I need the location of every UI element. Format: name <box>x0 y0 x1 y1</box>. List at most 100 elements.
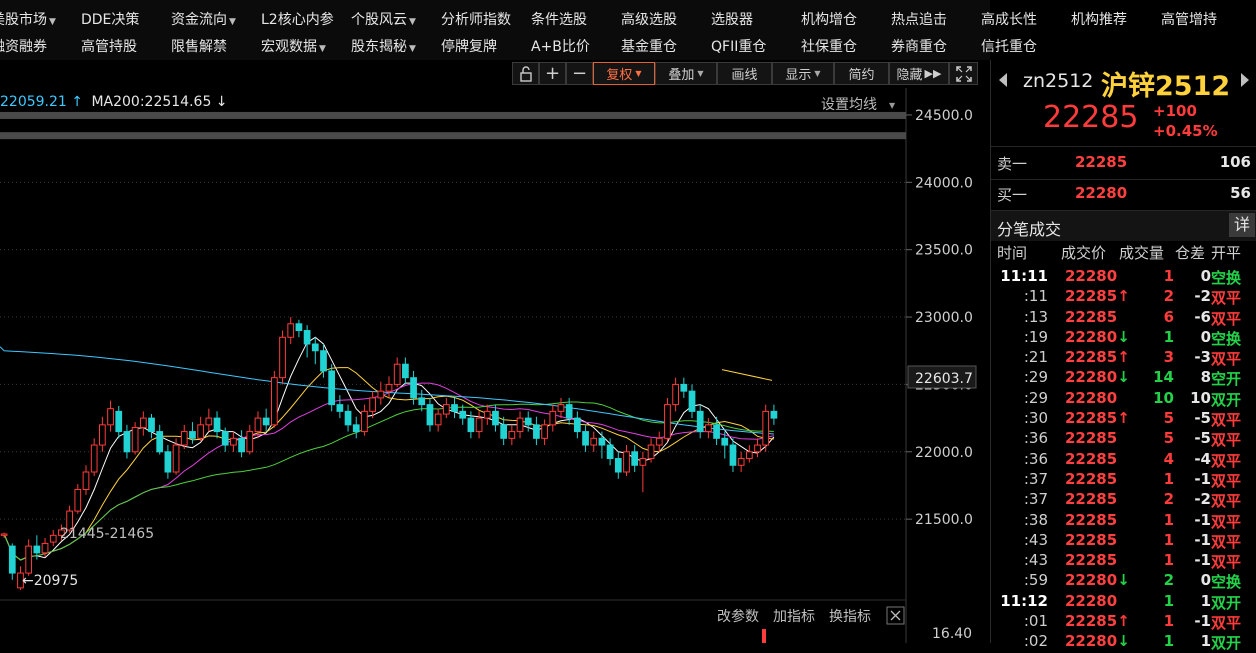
tick-row: :01 22285↑ 1 -1 双平 <box>991 611 1256 632</box>
row1-item-12[interactable]: 机构推荐 <box>1071 9 1127 29</box>
candle <box>352 416 360 439</box>
row2-item-11[interactable]: 信托重仓 <box>981 36 1037 56</box>
candle-body <box>246 431 254 453</box>
candle <box>647 438 655 463</box>
row2-item-8[interactable]: QFII重仓 <box>711 36 766 56</box>
row2-item-1[interactable]: 高管持股 <box>81 36 137 56</box>
expand-button[interactable] <box>949 62 978 85</box>
tick-volume: 1 <box>1163 551 1174 570</box>
tick-price: 22280↓ <box>1065 571 1130 590</box>
row2-item-6[interactable]: A+B比价 <box>531 36 590 56</box>
change-indicator-button[interactable]: 换指标 <box>829 608 871 625</box>
chart-annotations <box>721 369 773 381</box>
row1-item-7[interactable]: 高级选股 <box>621 9 677 29</box>
overlay-label: 叠加 <box>668 68 695 83</box>
candle <box>541 419 548 446</box>
candle-body <box>139 417 147 429</box>
add-indicator-button[interactable]: 加指标 <box>773 609 815 625</box>
candle <box>238 430 245 458</box>
axis-label: 24000.0 <box>915 175 973 191</box>
axis-label: 24500.0 <box>915 108 973 124</box>
candle-body <box>172 444 180 473</box>
row1-item-11[interactable]: 高成长性 <box>981 9 1037 29</box>
row2-item-4[interactable]: 股东揭秘 ▼ <box>351 36 416 56</box>
edit-params-button[interactable]: 改参数 <box>717 608 759 625</box>
menu-item-label: 个股风云 <box>351 11 407 28</box>
menu-item-label: 机构增仓 <box>801 11 857 28</box>
row1-item-8[interactable]: 选股器 <box>711 9 753 29</box>
row2-item-7[interactable]: 基金重仓 <box>621 36 677 56</box>
tick-type: 空换 <box>1211 573 1242 592</box>
tick-oi-change: 0 <box>1200 571 1211 590</box>
arrow-down-icon: ↓ <box>1117 327 1130 346</box>
candle-body <box>614 458 622 473</box>
menu-item-label: 高级选股 <box>621 11 677 28</box>
tick-list[interactable]: 11:11 22280 1 0 空换:11 22285↑ 2 -2 双平:13 22285 6 -6 双… <box>991 266 1256 652</box>
row1-item-9[interactable]: 机构增仓 <box>801 9 857 29</box>
row1-item-6[interactable]: 条件选股 <box>531 9 587 29</box>
lock-button[interactable] <box>512 62 539 85</box>
candle-body <box>393 363 401 385</box>
row1-item-5[interactable]: 分析师指数 <box>441 9 511 29</box>
chevron-left-icon[interactable] <box>997 72 1009 88</box>
row2-item-2[interactable]: 限售解禁 <box>171 36 227 56</box>
close-indicator-button[interactable] <box>886 606 905 625</box>
candle <box>123 424 131 459</box>
kline-chart[interactable]: 设置均线 ▼ 24500.024000.023500.023000.022500… <box>0 88 978 643</box>
row2-item-3[interactable]: 宏观数据 ▼ <box>261 36 326 56</box>
arrow-down-icon: ↓ <box>1117 632 1130 651</box>
row2-item-5[interactable]: 停牌复牌 <box>441 36 497 56</box>
tick-price: 22285 <box>1065 510 1118 529</box>
lock-icon <box>519 65 532 82</box>
fuquan-button[interactable]: 复权 ▼ <box>593 62 655 85</box>
menu-item-label: 基金重仓 <box>621 38 677 55</box>
zoom-out-button[interactable]: − <box>566 62 593 85</box>
row1-item-2[interactable]: 资金流向 ▼ <box>171 9 236 29</box>
price-axis: 24500.024000.023500.023000.022500.022000… <box>906 108 973 528</box>
candle <box>148 414 155 439</box>
row1-item-0[interactable]: 美股市场▼ <box>0 9 56 29</box>
candle <box>451 397 458 419</box>
simple-button[interactable]: 简约 <box>834 62 889 85</box>
candle-body <box>696 410 704 433</box>
row1-item-4[interactable]: 个股风云 ▼ <box>351 9 416 29</box>
candle <box>344 404 352 432</box>
draw-line-button[interactable]: 画线 <box>717 62 772 85</box>
row1-item-13[interactable]: 高管增持 <box>1161 9 1217 29</box>
row1-item-3[interactable]: L2核心内参 <box>261 9 334 29</box>
candle-body <box>123 431 131 453</box>
tick-price: 22280 <box>1065 388 1118 407</box>
candle <box>205 408 213 432</box>
detail-button[interactable]: 详 <box>1229 213 1255 237</box>
candle <box>221 427 229 452</box>
candle <box>115 405 123 439</box>
zoom-in-button[interactable]: + <box>539 62 566 85</box>
candle-body <box>557 404 565 412</box>
menu-item-label: 高成长性 <box>981 11 1037 28</box>
row1-item-10[interactable]: 热点追击 <box>891 9 947 29</box>
row2-item-0[interactable]: 融资融券 <box>0 36 47 56</box>
candle-body <box>631 451 639 466</box>
candle-body <box>254 417 262 433</box>
row2-item-10[interactable]: 券商重仓 <box>891 36 947 56</box>
candle-body <box>287 323 295 338</box>
overlay-button[interactable]: 叠加 ▼ <box>655 62 717 85</box>
row1-item-1[interactable]: DDE决策 <box>81 9 139 29</box>
candle-body <box>467 417 475 433</box>
tick-row: :38 22285 1 -1 双平 <box>991 510 1256 531</box>
tick-oi-change: -1 <box>1194 469 1211 488</box>
axis-label: 22000.0 <box>915 445 973 461</box>
col-time: 时间 <box>997 244 1028 262</box>
ma-settings-label[interactable]: 设置均线 <box>821 97 877 113</box>
row2-item-9[interactable]: 社保重仓 <box>801 36 857 56</box>
display-button[interactable]: 显示 ▼ <box>772 62 834 85</box>
candle-body <box>238 437 245 453</box>
tick-time: :02 <box>1023 632 1048 651</box>
hide-button[interactable]: 隐藏 ▶▶ <box>889 62 949 85</box>
candle <box>99 416 106 452</box>
chevron-right-icon[interactable] <box>1239 72 1251 88</box>
close-icon <box>890 610 901 621</box>
resistance-band <box>0 132 906 140</box>
candle <box>557 397 565 419</box>
divider <box>991 146 1256 147</box>
